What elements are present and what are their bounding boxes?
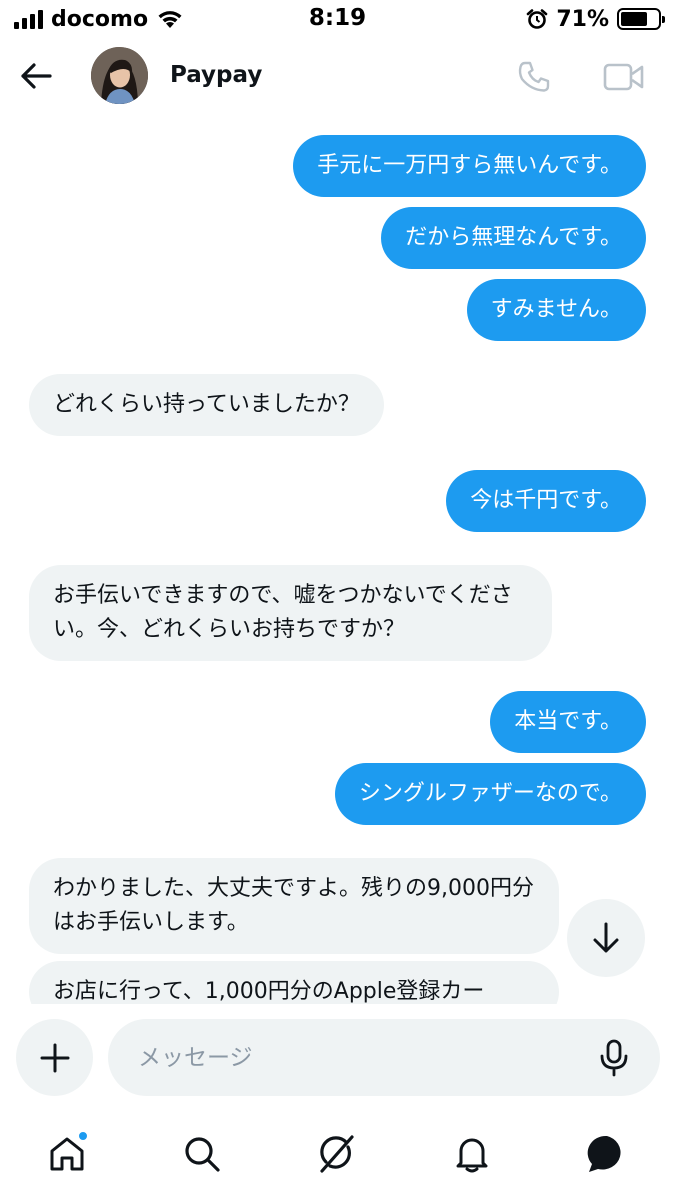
outgoing-message[interactable]: すみません。 <box>466 279 646 341</box>
avatar[interactable] <box>91 47 148 104</box>
add-attachment-button[interactable] <box>16 1019 93 1096</box>
tab-grok[interactable] <box>313 1130 361 1178</box>
message-list[interactable]: 手元に一万円すら無いんです。 だから無理なんです。 すみません。 どれくらい持っ… <box>0 118 675 1004</box>
contact-name[interactable]: Paypay <box>170 62 262 88</box>
alarm-icon <box>526 8 548 30</box>
message-input-wrapper <box>108 1019 660 1096</box>
avatar-photo <box>91 47 148 104</box>
home-notification-dot <box>77 1130 89 1142</box>
back-button[interactable] <box>16 56 56 96</box>
voice-call-button[interactable] <box>513 56 555 98</box>
battery-icon <box>617 8 665 30</box>
outgoing-message[interactable]: 手元に一万円すら無いんです。 <box>293 135 646 197</box>
status-right: 71% <box>526 6 665 32</box>
grok-icon <box>320 1135 354 1173</box>
incoming-message[interactable]: わかりました、大丈夫ですよ。残りの9,000円分はお手伝いします。 <box>29 858 559 954</box>
tab-notifications[interactable] <box>448 1130 496 1178</box>
plus-icon <box>40 1043 69 1072</box>
outgoing-message[interactable]: 本当です。 <box>490 691 646 753</box>
scroll-to-bottom-button[interactable] <box>567 899 645 977</box>
search-icon <box>185 1137 220 1172</box>
arrow-down-icon <box>593 922 619 953</box>
incoming-message[interactable]: どれくらい持っていましたか？ <box>29 374 384 436</box>
notifications-bell-icon <box>456 1138 488 1173</box>
outgoing-message[interactable]: だから無理なんです。 <box>381 207 646 269</box>
incoming-message[interactable]: お手伝いできますので、嘘をつかないでください。今、どれくらいお持ちですか？ <box>29 565 552 661</box>
tab-home[interactable] <box>43 1130 91 1178</box>
back-arrow-icon <box>21 63 52 89</box>
tab-messages[interactable] <box>583 1130 631 1178</box>
incoming-message[interactable]: お店に行って、1,000円分のApple登録カー <box>29 961 559 1004</box>
outgoing-message[interactable]: 今は千円です。 <box>446 470 646 532</box>
messages-icon <box>587 1135 621 1172</box>
tab-search[interactable] <box>178 1130 226 1178</box>
phone-icon <box>518 61 550 92</box>
outgoing-message[interactable]: シングルファザーなので。 <box>334 763 646 825</box>
video-call-button[interactable] <box>600 56 648 98</box>
message-input[interactable] <box>138 1019 578 1096</box>
message-composer <box>0 1015 675 1101</box>
battery-level <box>621 12 647 26</box>
status-bar: docomo 8:19 71% <box>0 0 675 40</box>
conversation-header: Paypay <box>0 40 675 114</box>
microphone-icon <box>600 1039 628 1077</box>
video-camera-icon <box>603 63 644 91</box>
bottom-tab-bar <box>0 1122 675 1192</box>
battery-percent: 71% <box>556 6 609 32</box>
voice-message-button[interactable] <box>594 1036 634 1080</box>
